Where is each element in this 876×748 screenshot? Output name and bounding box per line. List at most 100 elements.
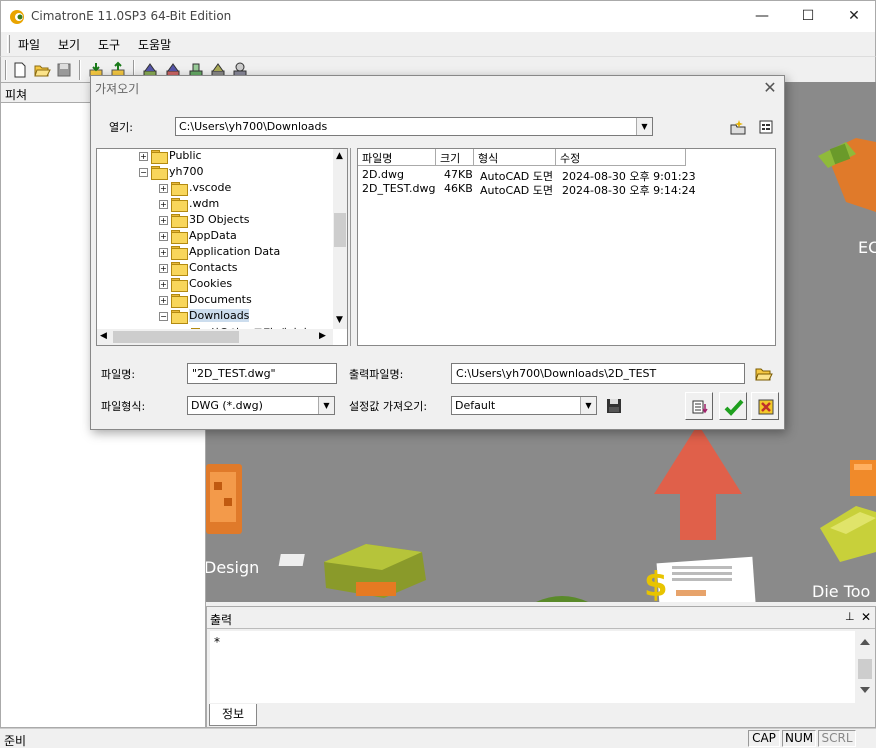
expand-icon[interactable]: + [159, 279, 168, 289]
file-cell-size: 47KB [444, 168, 473, 181]
tree-item-label: Cookies [189, 277, 233, 290]
expand-icon[interactable]: + [159, 295, 168, 305]
minimize-button[interactable]: — [739, 1, 785, 32]
expand-icon[interactable]: + [139, 151, 148, 161]
output-close-button[interactable]: ✕ [861, 610, 871, 624]
folder-icon [171, 246, 188, 260]
tree-item[interactable]: + Public [139, 149, 202, 165]
tree-item[interactable]: − Downloads [159, 309, 250, 325]
open-folder-icon[interactable] [33, 61, 51, 79]
settings-combo[interactable]: Default ▼ [451, 396, 597, 415]
maximize-button[interactable]: ☐ [785, 1, 831, 32]
expand-icon[interactable]: + [159, 199, 168, 209]
scroll-up-icon[interactable]: ▲ [336, 151, 343, 161]
tree-item-label: Public [169, 149, 202, 162]
scroll-thumb[interactable] [113, 331, 239, 343]
filename-field[interactable]: "2D_TEST.dwg" [187, 363, 337, 384]
window-close-button[interactable]: ✕ [831, 1, 876, 32]
dialog-close-button[interactable]: ✕ [759, 78, 781, 98]
mold-box-image [278, 544, 426, 598]
file-list[interactable]: 파일명 크기 형식 수정 2D.dwg 47KB AutoCAD 도면 2024-08… [357, 148, 776, 346]
ok-button[interactable] [719, 392, 747, 420]
new-file-icon[interactable] [11, 61, 29, 79]
menu-view[interactable]: 보기 [58, 36, 80, 53]
menu-grip [7, 35, 10, 53]
file-row[interactable]: 2D.dwg 47KB AutoCAD 도면 2024-08-30 오후 9:01:2… [358, 168, 775, 183]
annotation-arrow-icon [654, 424, 742, 540]
menu-help[interactable]: 도움말 [138, 36, 171, 53]
tree-item[interactable]: + .vscode [159, 181, 231, 197]
cancel-button[interactable] [751, 392, 779, 420]
status-bar: 준비 CAP NUM SCRL [0, 728, 876, 748]
tree-item-label: Downloads [189, 309, 250, 322]
chevron-down-icon[interactable]: ▼ [580, 397, 596, 414]
filetype-combo[interactable]: DWG (*.dwg) ▼ [187, 396, 335, 415]
scroll-thumb[interactable] [858, 659, 872, 679]
pane-splitter[interactable] [350, 148, 355, 346]
file-cell-name: 2D_TEST.dwg [362, 182, 436, 195]
column-header-modified[interactable]: 수정 [556, 149, 686, 166]
die-tools-label: Die Too [812, 582, 871, 601]
output-title: 출력 [210, 613, 233, 627]
tree-item[interactable]: + AppData [159, 229, 237, 245]
cimatron-logo-icon [10, 10, 24, 24]
browse-folder-icon[interactable] [755, 366, 773, 382]
scroll-right-icon[interactable]: ▶ [319, 331, 326, 341]
scrl-indicator: SCRL [818, 730, 856, 747]
file-row[interactable]: 2D_TEST.dwg 46KB AutoCAD 도면 2024-08-30 오후 9… [358, 182, 775, 197]
chevron-down-icon[interactable]: ▼ [318, 397, 334, 414]
folder-icon [171, 214, 188, 228]
output-filename-field[interactable]: C:\Users\yh700\Downloads\2D_TEST [451, 363, 745, 384]
column-header-name[interactable]: 파일명 [358, 149, 436, 166]
ec-part-image [818, 138, 876, 212]
filename-label: 파일명: [101, 368, 136, 381]
import-list-button[interactable] [685, 392, 713, 420]
scroll-thumb[interactable] [334, 213, 346, 247]
folder-icon [171, 262, 188, 276]
tab-info[interactable]: 정보 [209, 704, 257, 726]
menu-file[interactable]: 파일 [18, 36, 40, 53]
expand-icon[interactable]: + [159, 183, 168, 193]
new-folder-icon[interactable] [729, 119, 747, 135]
pin-icon[interactable]: ⊥ [845, 610, 855, 623]
expand-icon[interactable]: + [159, 263, 168, 273]
column-header-size[interactable]: 크기 [436, 149, 474, 166]
open-path-combo[interactable]: C:\Users\yh700\Downloads ▼ [175, 117, 653, 136]
tree-item[interactable]: + Application Data [159, 245, 280, 261]
settings-label: 설정값 가져오기: [349, 400, 428, 413]
tree-item[interactable]: − yh700 [139, 165, 203, 181]
import-list-icon [692, 400, 708, 414]
num-indicator: NUM [782, 730, 816, 747]
scroll-down-icon[interactable]: ▼ [336, 315, 343, 325]
column-header-type[interactable]: 형식 [474, 149, 556, 166]
output-scrollbar[interactable] [857, 631, 873, 703]
tree-vertical-scrollbar[interactable]: ▲ ▼ [333, 149, 347, 329]
tree-item[interactable]: + Documents [159, 293, 252, 309]
expand-icon[interactable]: + [159, 215, 168, 225]
chevron-down-icon[interactable]: ▼ [636, 118, 652, 135]
folder-icon [171, 230, 188, 244]
file-cell-size: 46KB [444, 182, 473, 195]
folder-tree[interactable]: + Public − yh700 + .vscode + .wdm +3D Objects + Ap… [96, 148, 348, 346]
save-settings-icon[interactable] [606, 398, 622, 414]
expand-icon[interactable]: + [159, 247, 168, 257]
tree-horizontal-scrollbar[interactable]: ◀ ▶ [97, 329, 333, 345]
collapse-icon[interactable]: − [159, 311, 168, 321]
scroll-left-icon[interactable]: ◀ [100, 331, 107, 341]
collapse-icon[interactable]: − [139, 167, 148, 177]
menu-tools[interactable]: 도구 [98, 36, 120, 53]
scroll-down-icon[interactable] [860, 687, 870, 693]
tree-item-label: Documents [189, 293, 252, 306]
view-menu-icon[interactable] [757, 119, 775, 135]
scroll-up-icon[interactable] [860, 639, 870, 645]
tree-item[interactable]: + Cookies [159, 277, 232, 293]
tree-item[interactable]: +3D Objects [159, 213, 250, 229]
folder-icon [171, 182, 188, 196]
folder-icon [171, 310, 188, 324]
ec-label: EC [858, 238, 876, 257]
expand-icon[interactable]: + [159, 231, 168, 241]
tree-item[interactable]: + Contacts [159, 261, 238, 277]
tree-item[interactable]: + .wdm [159, 197, 219, 213]
die-part-image [820, 460, 876, 562]
save-icon[interactable] [55, 61, 73, 79]
